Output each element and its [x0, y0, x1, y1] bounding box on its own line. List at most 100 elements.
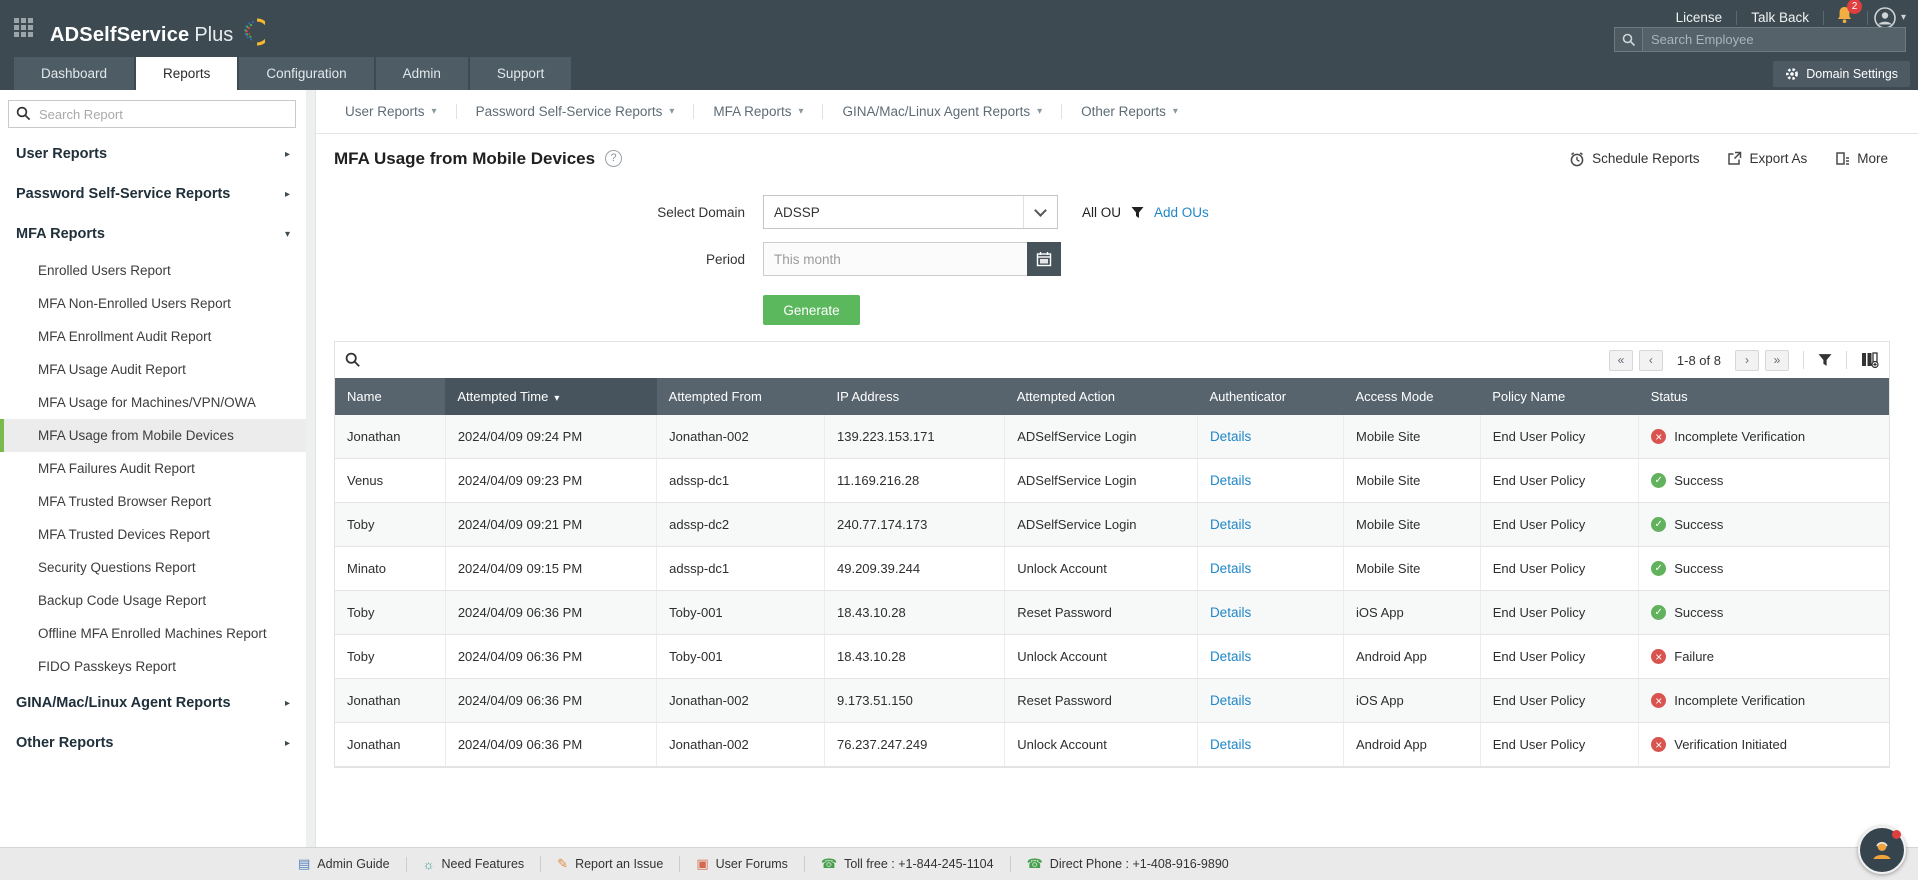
- calendar-icon[interactable]: [1027, 242, 1061, 276]
- column-header[interactable]: Policy Name: [1480, 378, 1639, 415]
- cell-status: Success: [1638, 546, 1889, 591]
- sidebar-item[interactable]: Offline MFA Enrolled Machines Report: [0, 617, 306, 650]
- sidebar-item[interactable]: MFA Trusted Browser Report: [0, 485, 306, 518]
- sidebar-item[interactable]: MFA Trusted Devices Report: [0, 518, 306, 551]
- primary-nav-tab[interactable]: Configuration: [239, 57, 374, 90]
- primary-nav-tab[interactable]: Dashboard: [14, 57, 135, 90]
- expand-arrow-icon: ▸: [284, 737, 290, 749]
- report-category-dropdown[interactable]: Password Self-Service Reports: [455, 104, 694, 119]
- footer-link[interactable]: ☼ Need Features: [405, 856, 541, 872]
- next-page-button[interactable]: ›: [1735, 349, 1759, 371]
- sidebar-item[interactable]: User Reports ▸: [0, 134, 306, 174]
- report-category-dropdown[interactable]: Other Reports: [1061, 104, 1197, 119]
- cell-status: Success: [1638, 502, 1889, 547]
- sidebar-item[interactable]: Security Questions Report: [0, 551, 306, 584]
- sidebar-item[interactable]: MFA Enrollment Audit Report: [0, 320, 306, 353]
- cell-attempted-time: 2024/04/09 06:36 PM: [445, 722, 658, 767]
- period-input[interactable]: [763, 242, 1027, 276]
- add-remove-columns-icon[interactable]: [1861, 352, 1879, 368]
- sidebar-item[interactable]: Password Self-Service Reports ▸: [0, 174, 306, 214]
- cell-policy-name: End User Policy: [1480, 590, 1640, 635]
- report-category-dropdown[interactable]: MFA Reports: [693, 104, 822, 119]
- details-link[interactable]: Details: [1210, 605, 1251, 620]
- sidebar-item[interactable]: Backup Code Usage Report: [0, 584, 306, 617]
- notifications-bell-icon[interactable]: 2: [1836, 0, 1862, 29]
- footer-link[interactable]: ☎ Toll free : +1-844-245-1104: [803, 856, 1010, 872]
- first-page-button[interactable]: «: [1608, 349, 1633, 371]
- generate-button[interactable]: Generate: [763, 295, 860, 325]
- cell-status: Failure: [1638, 634, 1889, 679]
- license-link[interactable]: License: [1662, 10, 1737, 25]
- status-icon: [1651, 693, 1667, 708]
- sidebar-item[interactable]: GINA/Mac/Linux Agent Reports ▸: [0, 683, 306, 723]
- report-search-input[interactable]: [8, 100, 296, 128]
- schedule-reports-button[interactable]: Schedule Reports: [1569, 151, 1699, 167]
- sidebar-item[interactable]: MFA Non-Enrolled Users Report: [0, 287, 306, 320]
- column-header[interactable]: Authenticator: [1197, 378, 1344, 415]
- footer-link[interactable]: ▣ User Forums: [679, 856, 804, 872]
- help-icon[interactable]: ?: [605, 150, 623, 167]
- sidebar-item[interactable]: MFA Usage from Mobile Devices: [0, 419, 306, 452]
- details-link[interactable]: Details: [1210, 473, 1251, 488]
- details-link[interactable]: Details: [1210, 737, 1251, 752]
- support-chat-button[interactable]: [1858, 826, 1906, 874]
- previous-page-button[interactable]: ‹: [1638, 349, 1663, 371]
- column-header[interactable]: Access Mode: [1343, 378, 1481, 415]
- domain-select[interactable]: ADSSP: [763, 195, 1058, 229]
- report-category-dropdown[interactable]: GINA/Mac/Linux Agent Reports: [822, 104, 1061, 119]
- details-link[interactable]: Details: [1210, 649, 1251, 664]
- column-header[interactable]: Attempted Time ▾: [445, 378, 657, 415]
- column-header[interactable]: Status: [1638, 378, 1889, 415]
- column-header[interactable]: IP Address: [824, 378, 1005, 415]
- cell-status: Success: [1638, 590, 1889, 635]
- employee-search-input[interactable]: [1643, 32, 1905, 47]
- footer-link[interactable]: ▤ Admin Guide: [282, 856, 406, 872]
- grid-search-icon[interactable]: [345, 352, 361, 368]
- details-link[interactable]: Details: [1210, 429, 1251, 444]
- sidebar-item[interactable]: Enrolled Users Report: [0, 254, 306, 287]
- app-logo[interactable]: ADSelfService Plus: [50, 11, 266, 47]
- column-header[interactable]: Attempted Action: [1004, 378, 1198, 415]
- sidebar-item[interactable]: MFA Usage for Machines/VPN/OWA: [0, 386, 306, 419]
- column-header[interactable]: Name: [335, 378, 446, 415]
- add-ous-link[interactable]: Add OUs: [1154, 205, 1209, 220]
- cell-attempted-action: Reset Password: [1004, 590, 1198, 635]
- cell-attempted-time: 2024/04/09 06:36 PM: [445, 678, 658, 723]
- primary-nav-tab[interactable]: Reports: [136, 57, 238, 90]
- status-label: Failure: [1674, 649, 1714, 664]
- chevron-down-icon[interactable]: [1023, 196, 1057, 228]
- table-body: Jonathan 2024/04/09 09:24 PM Jonathan-00…: [335, 415, 1889, 767]
- sidebar-item[interactable]: MFA Usage Audit Report: [0, 353, 306, 386]
- column-header[interactable]: Attempted From: [656, 378, 825, 415]
- filter-icon[interactable]: [1818, 353, 1832, 367]
- primary-nav-tab[interactable]: Admin: [375, 57, 468, 90]
- sidebar-item[interactable]: MFA Failures Audit Report: [0, 452, 306, 485]
- details-link[interactable]: Details: [1210, 693, 1251, 708]
- footer-link[interactable]: ☎ Direct Phone : +1-408-916-9890: [1009, 856, 1245, 872]
- talk-back-link[interactable]: Talk Back: [1737, 10, 1823, 25]
- sidebar-item[interactable]: MFA Reports ▾: [0, 214, 306, 254]
- domain-settings-button[interactable]: Domain Settings: [1773, 61, 1910, 87]
- report-category-dropdown[interactable]: User Reports: [326, 104, 456, 119]
- sidebar-item-label: MFA Usage for Machines/VPN/OWA: [38, 395, 256, 410]
- ou-filter-icon[interactable]: [1131, 206, 1144, 219]
- footer-link[interactable]: ✎ Report an Issue: [540, 856, 679, 872]
- details-link[interactable]: Details: [1210, 561, 1251, 576]
- sidebar-item[interactable]: FIDO Passkeys Report: [0, 650, 306, 683]
- sidebar-item-label: MFA Usage Audit Report: [38, 362, 186, 377]
- primary-nav-tab[interactable]: Support: [469, 57, 572, 90]
- export-as-button[interactable]: Export As: [1727, 151, 1807, 166]
- details-link[interactable]: Details: [1210, 517, 1251, 532]
- report-criteria-form: Select Domain ADSSP All OU Add OUs Perio…: [316, 183, 1918, 325]
- cell-policy-name: End User Policy: [1480, 502, 1640, 547]
- sidebar-item[interactable]: Other Reports ▸: [0, 723, 306, 763]
- cell-attempted-time: 2024/04/09 09:23 PM: [445, 458, 658, 503]
- more-button[interactable]: More: [1835, 151, 1888, 166]
- search-icon[interactable]: [1615, 28, 1643, 51]
- footer-icon: ✎: [557, 856, 569, 871]
- cell-attempted-action: ADSelfService Login: [1004, 502, 1198, 547]
- cell-authenticator: Details: [1197, 590, 1345, 635]
- last-page-button[interactable]: »: [1765, 349, 1789, 371]
- app-grid-icon[interactable]: [14, 17, 36, 40]
- user-avatar-menu[interactable]: ▾: [1874, 6, 1906, 29]
